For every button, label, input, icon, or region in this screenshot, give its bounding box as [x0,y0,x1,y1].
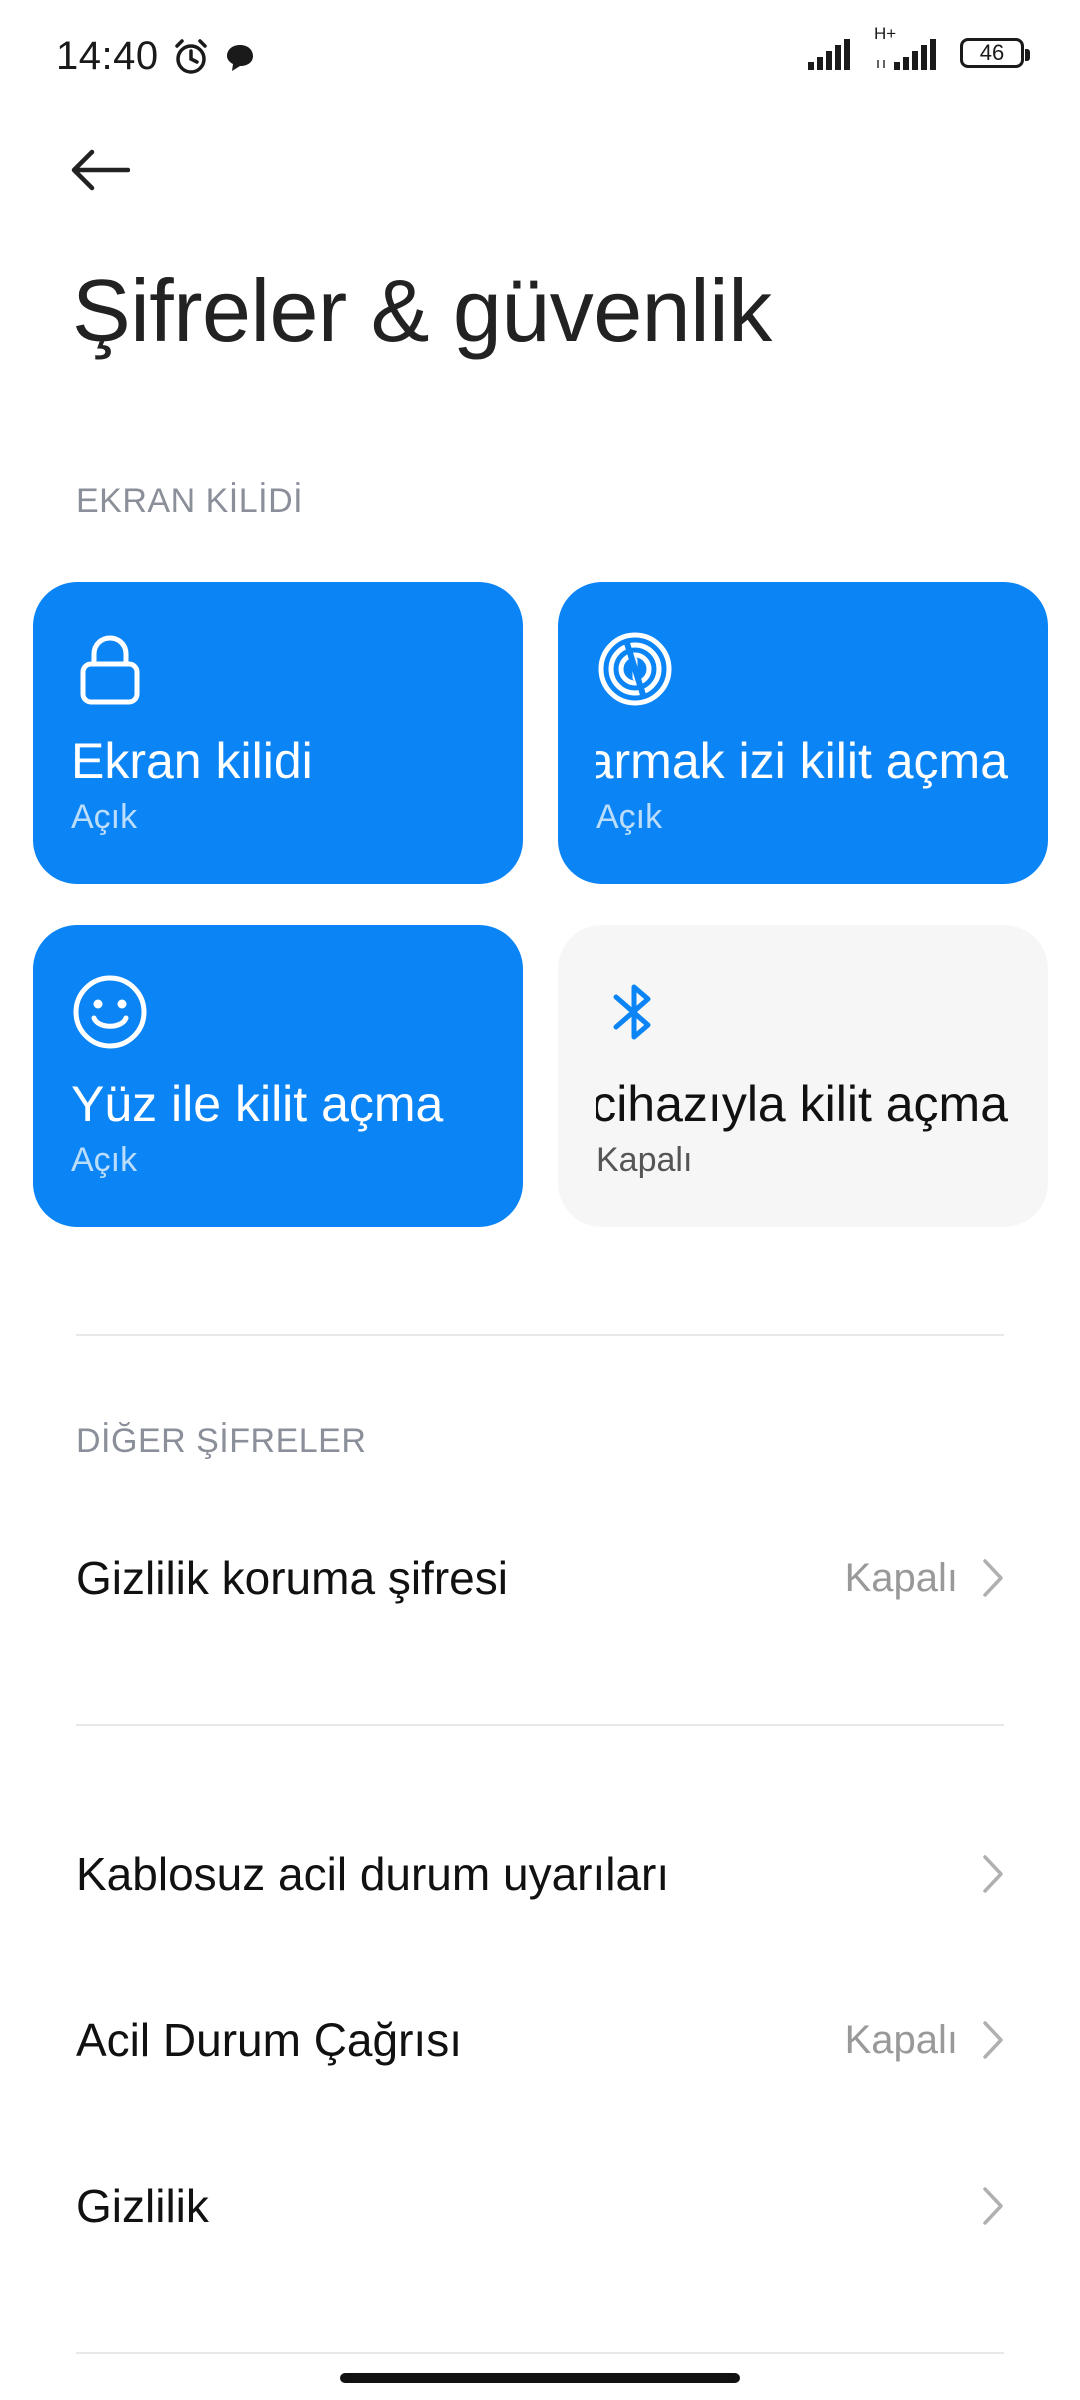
tile-title: Ekran kilidi [71,733,313,789]
list-item-label: Gizlilik koruma şifresi [76,1552,508,1604]
list-item-label: Gizlilik [76,2180,209,2232]
chevron-right-icon [982,2020,1004,2060]
signal-icon [806,36,856,70]
tile-status: Açık [596,798,663,836]
network-type-label: H+ [874,24,897,43]
chevron-right-icon [982,2186,1004,2226]
list-item-right: Kapalı [845,1556,1004,1601]
tile-status: Açık [71,798,138,836]
list-item-privacy-protection-password[interactable]: Gizlilik koruma şifresi Kapalı [76,1518,1004,1638]
tile-title: Bluetooth cihazıyla kilit açma [596,1076,1008,1132]
tile-status: Kapalı [596,1141,693,1179]
signal-h-plus-icon: H+ [874,24,942,70]
tile-bluetooth-unlock[interactable]: Bluetooth cihazıyla kilit açma Kapalı [558,925,1048,1227]
status-right: H+ 46 [806,24,1030,70]
list-item-label: Acil Durum Çağrısı [76,2014,462,2066]
battery-icon: 46 [960,38,1030,68]
chat-notification-icon [223,40,257,74]
list-item-emergency-call[interactable]: Acil Durum Çağrısı Kapalı [76,1980,1004,2100]
status-bar: 14:40 H+ 46 [0,0,1080,120]
list-item-right [958,1854,1004,1894]
tile-screen-lock[interactable]: Ekran kilidi Açık [33,582,523,884]
divider [76,1724,1004,1726]
face-icon [71,973,149,1051]
tile-status: Açık [71,1141,138,1179]
chevron-right-icon [982,1558,1004,1598]
back-button[interactable] [70,140,150,200]
bluetooth-icon [596,973,674,1051]
list-item-value: Kapalı [844,1555,958,1600]
list-item-label: Kablosuz acil durum uyarıları [76,1848,670,1900]
list-item-value: Kapalı [844,2017,958,2062]
section-header-other-passwords: DİĞER ŞİFRELER [76,1422,367,1460]
status-left: 14:40 [56,34,257,79]
lock-icon [71,630,149,708]
divider [76,1334,1004,1336]
tile-fingerprint-unlock[interactable]: Parmak izi kilit açma Açık [558,582,1048,884]
list-item-wireless-emergency-alerts[interactable]: Kablosuz acil durum uyarıları [76,1814,1004,1934]
clock: 14:40 [56,34,159,78]
page-title: Şifreler & güvenlik [72,261,772,360]
fingerprint-icon [596,630,674,708]
tile-title: Yüz ile kilit açma [71,1076,444,1132]
tile-title: Parmak izi kilit açma [596,733,1008,789]
divider [76,2352,1004,2354]
alarm-icon [171,37,211,77]
list-item-right: Kapalı [845,2018,1004,2063]
chevron-right-icon [982,1854,1004,1894]
section-header-screen-lock: EKRAN KİLİDİ [76,482,304,520]
home-indicator[interactable] [340,2373,740,2383]
list-item-privacy[interactable]: Gizlilik [76,2146,1004,2266]
list-item-right [958,2186,1004,2226]
arrow-left-icon [71,149,130,191]
tile-face-unlock[interactable]: Yüz ile kilit açma Açık [33,925,523,1227]
